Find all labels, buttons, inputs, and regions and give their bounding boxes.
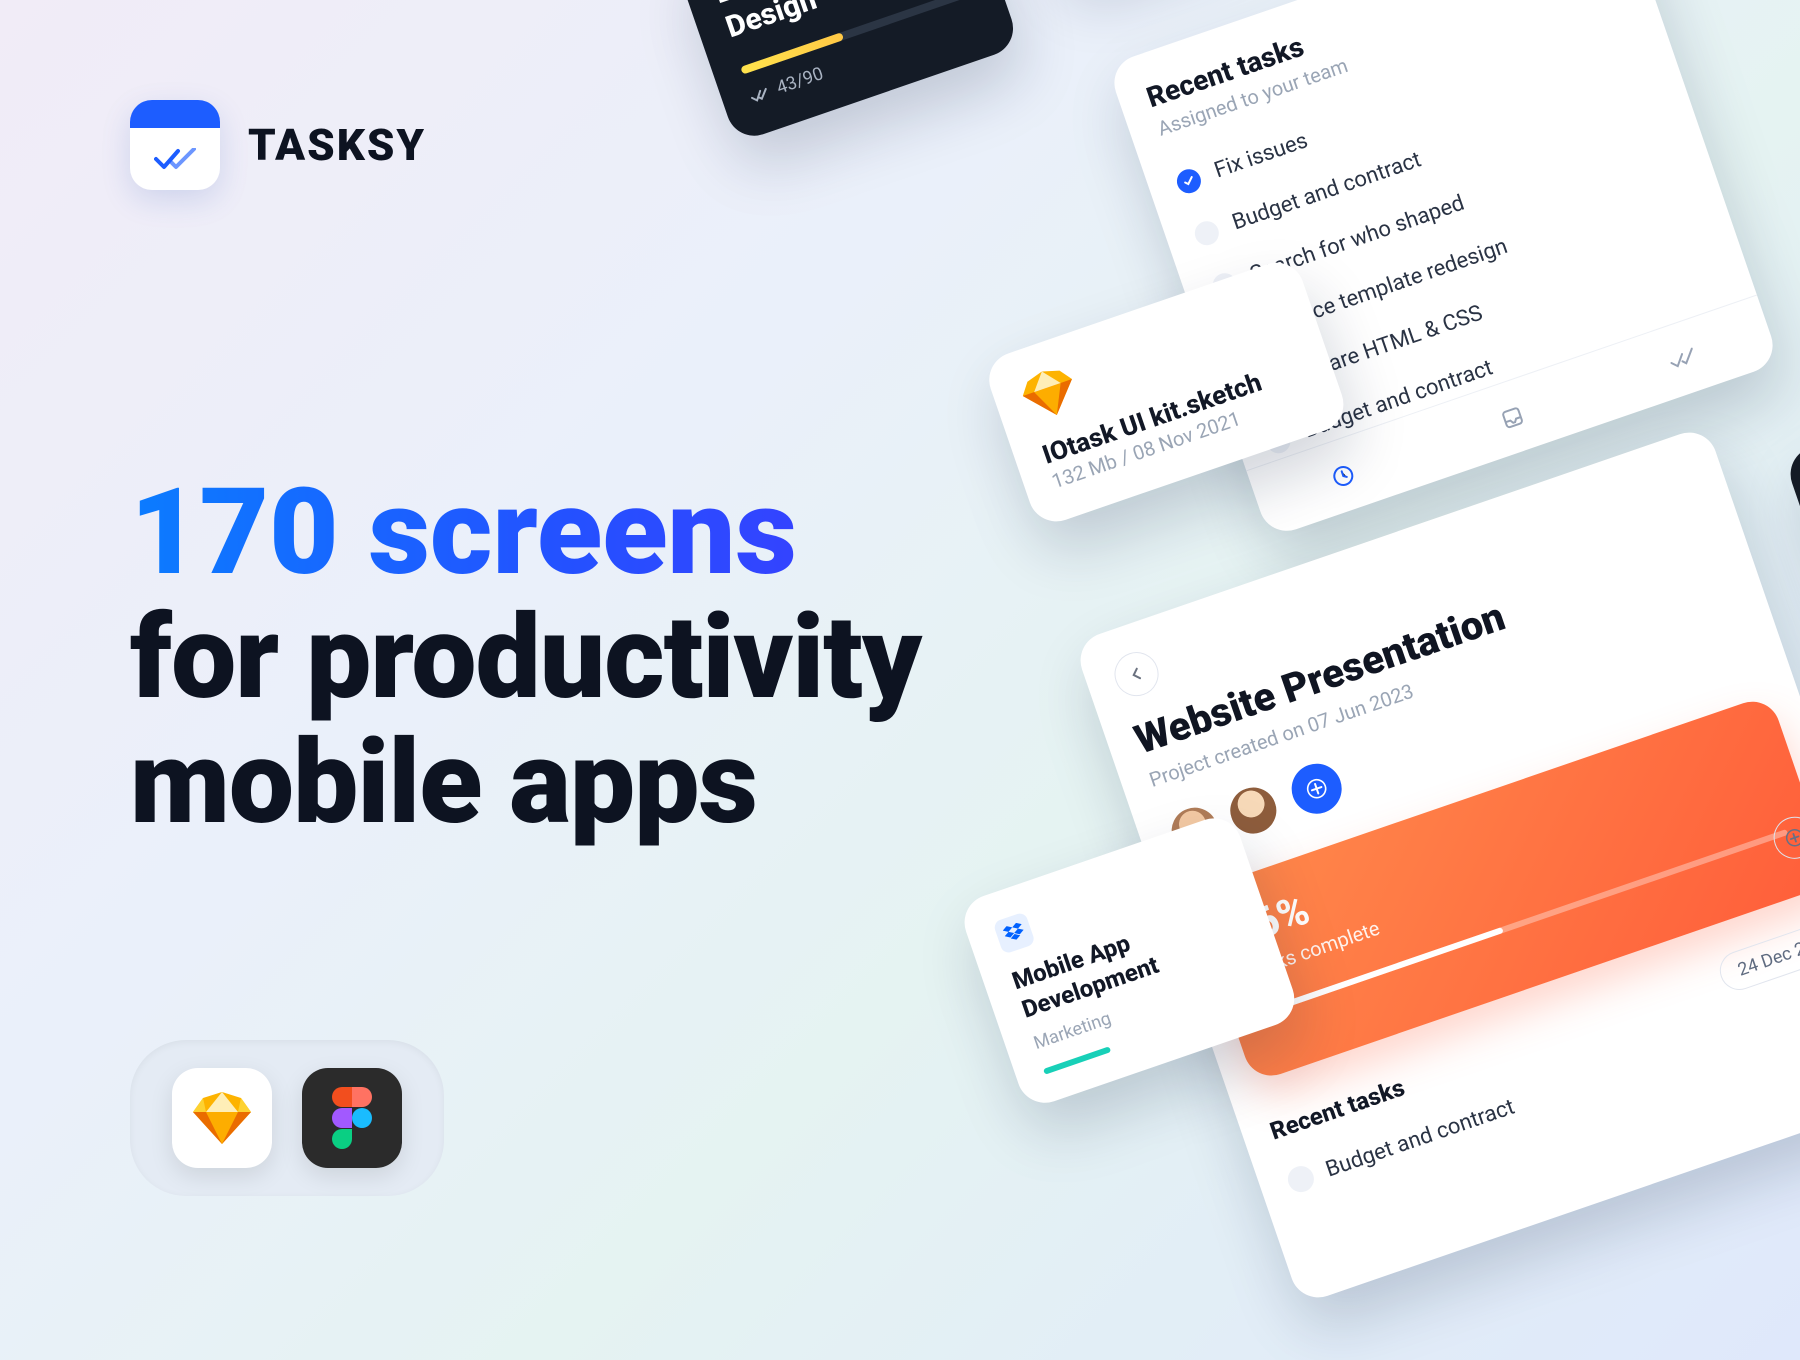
plus-circle-icon xyxy=(1783,826,1800,849)
inbox-icon[interactable] xyxy=(1497,402,1528,433)
double-check-icon xyxy=(154,148,196,170)
unchecked-circle-icon xyxy=(1284,1163,1317,1196)
date-pill[interactable]: 24 Dec 2023 xyxy=(1714,913,1800,995)
brand-logo-icon xyxy=(130,100,220,190)
add-member-button[interactable] xyxy=(1285,757,1349,821)
envanto-progress-text: 43/90 xyxy=(774,63,826,98)
unchecked-circle-icon xyxy=(1191,217,1222,248)
double-check-icon[interactable] xyxy=(1668,347,1698,371)
double-check-icon xyxy=(749,86,770,103)
figma-icon xyxy=(302,1068,402,1168)
mockup-collage: Envanto App Design 43/90 Facebook Campai… xyxy=(341,0,1800,1360)
card-envanto[interactable]: Envanto App Design 43/90 xyxy=(674,0,1020,143)
design-tools-pill xyxy=(130,1040,444,1196)
accent-underline xyxy=(1043,1046,1111,1074)
sketch-file-icon xyxy=(1017,363,1083,429)
chevron-left-icon xyxy=(1128,665,1146,683)
back-button[interactable] xyxy=(1109,646,1165,702)
recent-item-label: Fix issues xyxy=(1211,128,1311,183)
sketch-icon xyxy=(172,1068,272,1168)
check-circle-icon xyxy=(1174,165,1205,196)
promo-frame: TASKSY 170 screens for productivity mobi… xyxy=(0,0,1800,1360)
wp-recent-label: Recent tasks xyxy=(1266,1073,1408,1145)
dropbox-icon xyxy=(993,911,1036,954)
home-icon[interactable] xyxy=(1328,460,1359,491)
plus-circle-icon xyxy=(1304,776,1329,801)
